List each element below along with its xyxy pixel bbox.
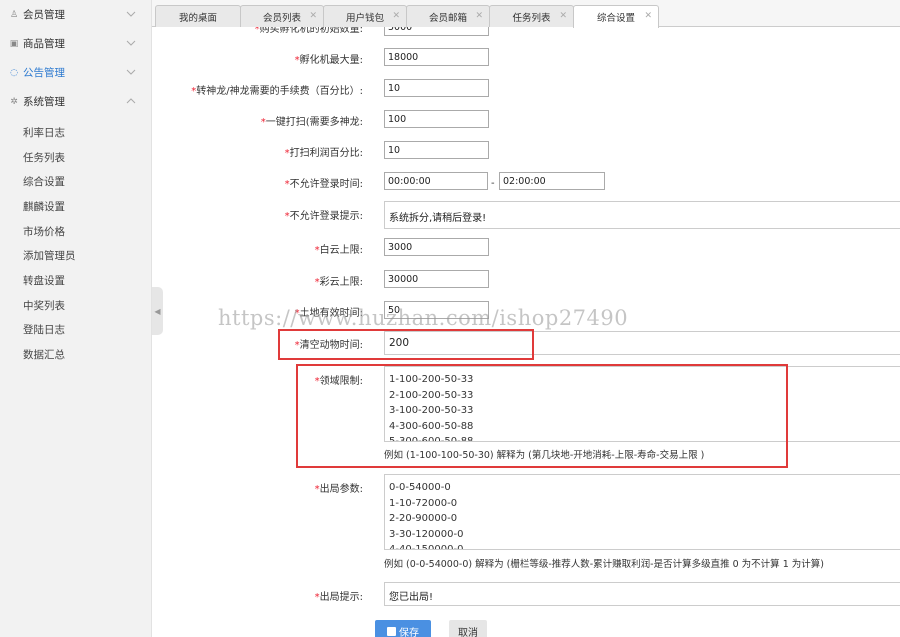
tab-label: 用户钱包 [345, 12, 384, 24]
tab-label: 综合设置 [596, 13, 635, 24]
chevron-down-icon [126, 69, 136, 75]
sidebar-item-general-settings[interactable]: 综合设置 [0, 169, 151, 194]
close-icon[interactable]: ✕ [309, 11, 317, 21]
textarea-line: 2-20-90000-0 [389, 513, 458, 524]
close-icon[interactable]: ✕ [644, 11, 652, 21]
form-label-no-login-tip: *不允许登录提示: [284, 211, 363, 222]
form-label-color-cloud: *彩云上限: [314, 277, 363, 288]
sidebar-item-winners-list[interactable]: 中奖列表 [0, 293, 151, 318]
menu-group-label: 会员管理 [23, 9, 65, 21]
sidebar-item-login-log[interactable]: 登陆日志 [0, 318, 151, 343]
save-button-label: 保存 [399, 627, 419, 637]
highlight-box [296, 364, 788, 468]
form-label-one-click: *一键打扫(需要多神龙: [260, 117, 363, 128]
form-label-sweep-profit: *打扫利润百分比: [284, 148, 363, 159]
settings-form: *购买孵化机的初始数量: 5000 *孵化机最大量: 18000 *转神龙/神龙… [163, 27, 900, 637]
system-submenu: 利率日志 任务列表 综合设置 麒麟设置 市场价格 添加管理员 转盘设置 中奖列表… [0, 116, 151, 367]
box-icon: ▣ [9, 38, 19, 49]
exit-tip-input[interactable]: 您已出局! [384, 582, 900, 606]
tab-member-list[interactable]: 会员列表 ✕ [240, 5, 324, 27]
gear-icon: ✲ [10, 96, 18, 107]
initial-incubators-input[interactable]: 5000 [384, 27, 489, 36]
fee-input[interactable]: 10 [384, 79, 489, 97]
menu-group-announcements[interactable]: ◌ 公告管理 [0, 58, 151, 87]
watermark: https://www.huzhan.com/ishop27490 [218, 306, 629, 330]
close-icon[interactable]: ✕ [475, 11, 483, 21]
form-label-no-login-time: *不允许登录时间: [284, 179, 363, 190]
textarea-line: 0-0-54000-0 [389, 482, 451, 493]
textarea-line: 1-10-72000-0 [389, 497, 458, 509]
sidebar-collapse-handle[interactable]: ◀ [152, 287, 163, 335]
tab-member-mailbox[interactable]: 会员邮箱 ✕ [406, 5, 490, 27]
menu-group-label: 系统管理 [23, 96, 65, 108]
one-click-input[interactable]: 100 [384, 110, 489, 128]
menu-group-label: 公告管理 [23, 67, 65, 79]
user-icon: ♙ [9, 9, 19, 20]
no-login-tip-input[interactable]: 系统拆分,请稍后登录! [384, 201, 900, 229]
highlight-box [278, 329, 534, 360]
tab-general-settings[interactable]: 综合设置 ✕ [573, 5, 659, 28]
sidebar-item-qilin-settings[interactable]: 麒麟设置 [0, 194, 151, 219]
exit-params-hint: 例如 (0-0-54000-0) 解释为 (栅栏等级-推荐人数-累计赚取利润-是… [384, 559, 824, 570]
tab-label: 任务列表 [512, 12, 551, 24]
no-login-start-input[interactable]: 00:00:00 [384, 172, 488, 190]
menu-group-members[interactable]: ♙ 会员管理 [0, 0, 151, 29]
caret-left-icon: ◀ [154, 306, 161, 316]
save-icon [387, 626, 396, 636]
sweep-profit-input[interactable]: 10 [384, 141, 489, 159]
color-cloud-input[interactable]: 30000 [384, 270, 489, 288]
form-label-fee: *转神龙/神龙需要的手续费（百分比）: [191, 86, 363, 97]
chevron-down-icon [126, 40, 136, 46]
menu-group-system[interactable]: ✲ 系统管理 [0, 87, 151, 116]
chevron-down-icon [126, 11, 136, 17]
white-cloud-input[interactable]: 3000 [384, 238, 489, 256]
tab-label: 会员列表 [262, 12, 301, 24]
close-icon[interactable]: ✕ [392, 11, 400, 21]
sidebar-item-interest-log[interactable]: 利率日志 [0, 120, 151, 145]
no-login-end-input[interactable]: 02:00:00 [499, 172, 605, 190]
incubator-max-input[interactable]: 18000 [384, 48, 489, 66]
chat-icon: ◌ [10, 67, 18, 78]
form-label-exit-tip: *出局提示: [314, 592, 363, 603]
sidebar-item-data-summary[interactable]: 数据汇总 [0, 342, 151, 367]
tab-task-list[interactable]: 任务列表 ✕ [489, 5, 574, 27]
sidebar-item-wheel-settings[interactable]: 转盘设置 [0, 268, 151, 293]
save-button[interactable]: 保存 [375, 620, 431, 637]
tab-user-wallet[interactable]: 用户钱包 ✕ [323, 5, 407, 27]
textarea-line: 4-40-150000-0 [389, 544, 464, 550]
menu-group-products[interactable]: ▣ 商品管理 [0, 29, 151, 58]
cancel-button[interactable]: 取消 [449, 620, 487, 637]
sidebar: ♙ 会员管理 ▣ 商品管理 ◌ 公告管理 ✲ 系统管理 利率日志 任务列表 综合… [0, 0, 152, 637]
form-label-incubator-max: *孵化机最大量: [294, 55, 363, 66]
form-label-white-cloud: *白云上限: [314, 245, 363, 256]
sidebar-item-market-price[interactable]: 市场价格 [0, 219, 151, 244]
tab-desktop[interactable]: 我的桌面 [155, 5, 241, 27]
chevron-up-icon [126, 98, 136, 104]
time-separator: - [491, 178, 495, 189]
sidebar-item-add-admin[interactable]: 添加管理员 [0, 243, 151, 268]
form-label-exit-params: *出局参数: [314, 484, 363, 495]
sidebar-item-task-list[interactable]: 任务列表 [0, 145, 151, 170]
tab-label: 我的桌面 [178, 12, 217, 24]
close-icon[interactable]: ✕ [559, 11, 567, 21]
menu-group-label: 商品管理 [23, 38, 65, 50]
tab-label: 会员邮箱 [428, 12, 467, 24]
textarea-line: 3-30-120000-0 [389, 528, 464, 540]
tab-bar: 我的桌面 会员列表 ✕ 用户钱包 ✕ 会员邮箱 ✕ 任务列表 ✕ 综合设置 ✕ [152, 0, 900, 28]
form-label-initial-incubators: *购买孵化机的初始数量: [254, 27, 363, 35]
exit-params-textarea[interactable]: 0-0-54000-0 1-10-72000-0 2-20-90000-0 3-… [384, 474, 900, 550]
